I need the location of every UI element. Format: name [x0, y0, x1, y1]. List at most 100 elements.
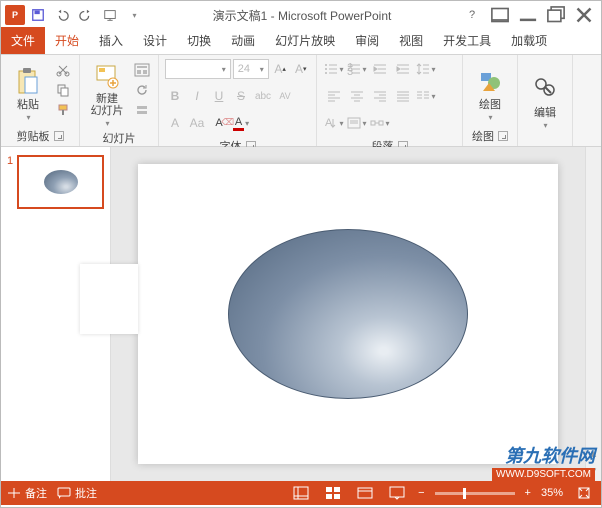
slideshow-icon[interactable]: [99, 4, 121, 26]
tab-insert[interactable]: 插入: [89, 27, 133, 54]
paste-label: 粘贴: [17, 99, 39, 111]
editing-button[interactable]: 编辑 ▾: [524, 59, 566, 142]
font-family-select[interactable]: ▾: [165, 59, 231, 79]
slideshow-view-icon[interactable]: [386, 484, 408, 502]
shrink-font-icon[interactable]: A▾: [291, 59, 310, 79]
tab-home[interactable]: 开始: [45, 27, 89, 54]
indent-inc-icon[interactable]: [392, 59, 414, 79]
next-slide-icon[interactable]: ▾: [591, 464, 597, 477]
slide-canvas-area[interactable]: [111, 147, 585, 481]
notes-button[interactable]: 备注: [7, 485, 47, 501]
drawing-label: 绘图: [479, 99, 501, 111]
ribbon-options-icon[interactable]: [487, 4, 513, 26]
bold-button[interactable]: B: [165, 86, 185, 106]
new-slide-button[interactable]: 新建 幻灯片 ▾: [86, 59, 128, 128]
italic-button[interactable]: I: [187, 86, 207, 106]
columns-icon[interactable]: ▾: [415, 86, 437, 106]
prev-slide-icon[interactable]: ▴: [591, 447, 597, 460]
layout-icon[interactable]: [132, 61, 152, 79]
minimize-icon[interactable]: [515, 4, 541, 26]
tab-addins[interactable]: 加载项: [501, 27, 557, 54]
group-slides-label: 幻灯片: [103, 130, 136, 146]
group-clipboard-label: 剪贴板: [17, 128, 50, 144]
underline-button[interactable]: U: [209, 86, 229, 106]
save-icon[interactable]: [27, 4, 49, 26]
slide-thumbnail-1[interactable]: [17, 155, 104, 209]
title-bar: P ▾ 演示文稿1 - Microsoft PowerPoint ?: [1, 1, 601, 29]
ribbon-tabs: 文件 开始 插入 设计 切换 动画 幻灯片放映 审阅 视图 开发工具 加载项: [1, 29, 601, 55]
window-title: 演示文稿1 - Microsoft PowerPoint: [147, 7, 457, 24]
text-direction-icon[interactable]: A▾: [323, 113, 345, 133]
zoom-level[interactable]: 35%: [541, 487, 563, 499]
tab-animations[interactable]: 动画: [221, 27, 265, 54]
ellipse-shape[interactable]: [228, 229, 468, 399]
tab-file[interactable]: 文件: [1, 27, 45, 54]
reading-view-icon[interactable]: [354, 484, 376, 502]
smartart-icon[interactable]: ▾: [369, 113, 391, 133]
tab-design[interactable]: 设计: [133, 27, 177, 54]
line-spacing-icon[interactable]: ▾: [415, 59, 437, 79]
clipboard-launcher-icon[interactable]: [54, 131, 64, 141]
group-paragraph: ▾ 123▾ ▾ ▾ A▾ ▾ ▾ 段落: [317, 55, 463, 146]
undo-icon[interactable]: [51, 4, 73, 26]
svg-text:A: A: [325, 117, 333, 129]
group-font: ▾ 24▾ A▴ A▾ B I U S abc AV A Aa A⌫ A▾ 字体: [159, 55, 317, 146]
tab-transitions[interactable]: 切换: [177, 27, 221, 54]
floating-panel: [80, 264, 138, 334]
char-spacing-button[interactable]: AV: [275, 86, 295, 106]
tab-developer[interactable]: 开发工具: [433, 27, 501, 54]
zoom-slider[interactable]: [435, 492, 515, 495]
shadow-button[interactable]: abc: [253, 86, 273, 106]
align-center-icon[interactable]: [346, 86, 368, 106]
vertical-scrollbar[interactable]: ▴ ▾: [585, 147, 601, 481]
numbering-icon[interactable]: 123▾: [346, 59, 368, 79]
thumb-ellipse-icon: [44, 170, 78, 194]
zoom-in-button[interactable]: +: [525, 487, 531, 499]
section-icon[interactable]: [132, 101, 152, 119]
redo-icon[interactable]: [75, 4, 97, 26]
group-drawing: 绘图 ▾ 绘图: [463, 55, 518, 146]
sorter-view-icon[interactable]: [322, 484, 344, 502]
app-icon: P: [5, 5, 25, 25]
format-painter-icon[interactable]: [53, 101, 73, 119]
fit-window-icon[interactable]: [573, 484, 595, 502]
reset-icon[interactable]: [132, 81, 152, 99]
bullets-icon[interactable]: ▾: [323, 59, 345, 79]
drawing-button[interactable]: 绘图 ▾: [469, 59, 511, 126]
strike-button[interactable]: S: [231, 86, 251, 106]
close-icon[interactable]: [571, 4, 597, 26]
group-editing-label: [524, 142, 566, 146]
status-bar: 备注 批注 − + 35%: [1, 481, 601, 505]
ribbon: 粘贴 ▾ 剪贴板 新建 幻灯片 ▾ 幻灯片: [1, 55, 601, 147]
group-editing: 编辑 ▾: [518, 55, 573, 146]
align-text-icon[interactable]: ▾: [346, 113, 368, 133]
change-case-icon[interactable]: Aa: [187, 113, 207, 133]
font-size-select[interactable]: 24▾: [233, 59, 269, 79]
clear-format-icon[interactable]: A⌫: [209, 113, 229, 133]
tab-slideshow[interactable]: 幻灯片放映: [265, 27, 345, 54]
zoom-out-button[interactable]: −: [418, 487, 424, 499]
justify-icon[interactable]: [392, 86, 414, 106]
group-clipboard: 粘贴 ▾ 剪贴板: [1, 55, 80, 146]
paste-button[interactable]: 粘贴 ▾: [7, 59, 49, 126]
svg-text:3: 3: [347, 66, 353, 75]
align-right-icon[interactable]: [369, 86, 391, 106]
normal-view-icon[interactable]: [290, 484, 312, 502]
tab-review[interactable]: 审阅: [345, 27, 389, 54]
cut-icon[interactable]: [53, 61, 73, 79]
align-left-icon[interactable]: [323, 86, 345, 106]
editing-label: 编辑: [534, 107, 556, 119]
group-drawing-label: 绘图: [472, 128, 494, 144]
tab-view[interactable]: 视图: [389, 27, 433, 54]
drawing-launcher-icon[interactable]: [498, 131, 508, 141]
grow-font-icon[interactable]: A▴: [271, 59, 290, 79]
copy-icon[interactable]: [53, 81, 73, 99]
slide[interactable]: [138, 164, 558, 464]
comments-button[interactable]: 批注: [57, 485, 97, 501]
indent-dec-icon[interactable]: [369, 59, 391, 79]
font-grow-a-icon[interactable]: A: [165, 113, 185, 133]
help-icon[interactable]: ?: [459, 4, 485, 26]
qat-more-icon[interactable]: ▾: [123, 4, 145, 26]
new-slide-label: 新建 幻灯片: [91, 93, 124, 117]
restore-icon[interactable]: [543, 4, 569, 26]
